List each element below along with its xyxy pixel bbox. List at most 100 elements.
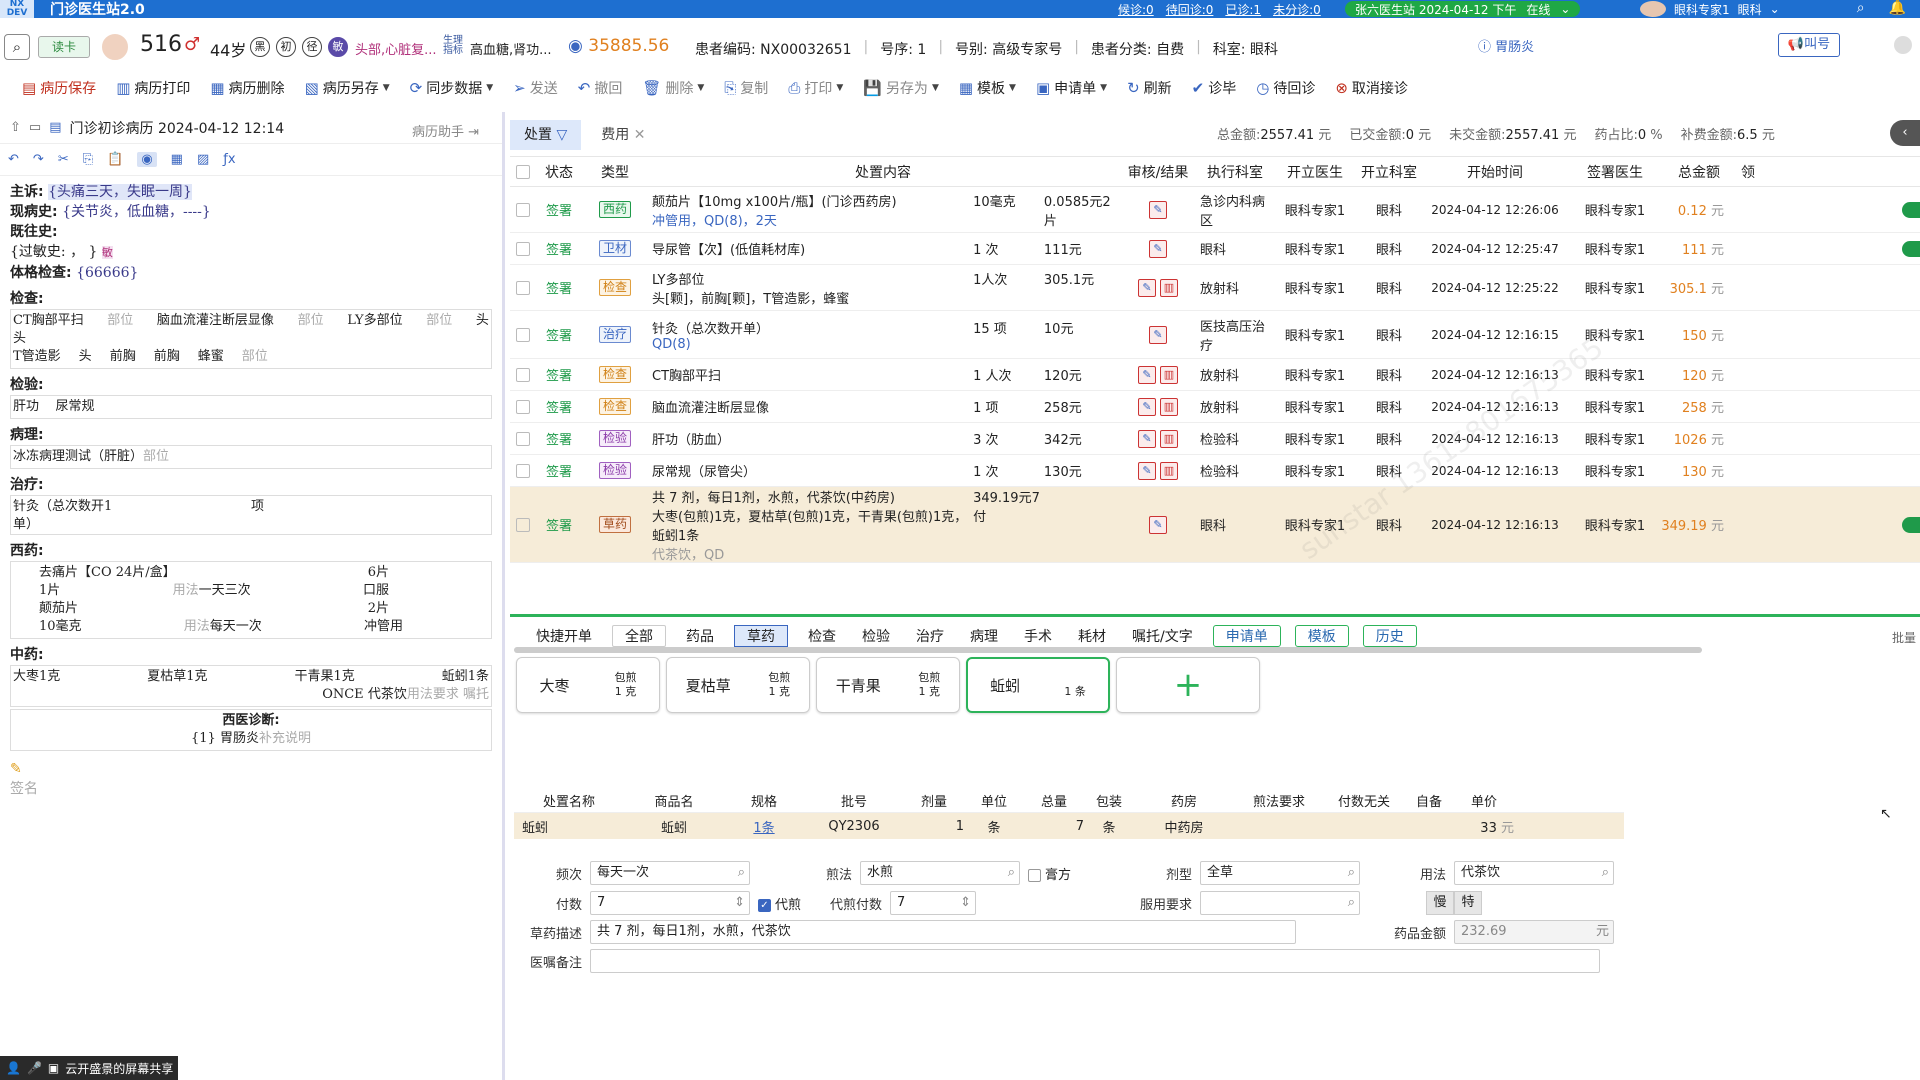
usage-input[interactable]: 代茶饮 ⌕	[1454, 861, 1614, 885]
template-button[interactable]: ▦ 模板 ▼	[959, 78, 1016, 98]
finish-visit-button[interactable]: ✔ 诊毕	[1192, 78, 1237, 98]
select-all-checkbox[interactable]	[516, 164, 530, 179]
audit-icon[interactable]: ✎	[1149, 200, 1167, 219]
herb-detail-row[interactable]: 蚯蚓 蚯蚓 1条 QY2306 1 条 7 条 中药房 33 元	[514, 813, 1624, 839]
audit-icon[interactable]: ✎	[1138, 365, 1156, 384]
save-as-record-button[interactable]: ▧ 病历另存 ▼	[305, 78, 390, 98]
call-number-button[interactable]: 📢叫号	[1778, 33, 1840, 57]
allergy-summary[interactable]: 头部,心脏复...	[355, 39, 437, 58]
audit-icon[interactable]: ✎	[1149, 325, 1167, 344]
search-icon[interactable]: ⌕	[1857, 0, 1865, 16]
link-return[interactable]: 待回诊:0	[1166, 1, 1214, 18]
result-icon[interactable]: ▥	[1160, 365, 1178, 384]
audit-icon[interactable]: ✎	[1138, 397, 1156, 416]
audit-icon[interactable]: ✎	[1149, 515, 1167, 534]
tab-advice[interactable]: 嘱托/文字	[1126, 626, 1199, 646]
refresh-button[interactable]: ↻ 刷新	[1127, 78, 1172, 98]
table-row[interactable]: 签署 检查 CT胸部平扫 1 人次 120元 ✎ ▥ 放射科 眼科专家1 眼科 2024-04-12…	[510, 359, 1920, 391]
add-herb-button[interactable]: +	[1116, 657, 1260, 713]
row-tail-badge[interactable]	[1902, 516, 1920, 533]
tab-surgery[interactable]: 手术	[1018, 626, 1058, 646]
save-record-button[interactable]: ▤ 病历保存	[22, 78, 96, 98]
cancel-visit-button[interactable]: ⊗ 取消接诊	[1335, 78, 1408, 98]
request-form-tab[interactable]: 申请单	[1212, 625, 1281, 647]
print-button[interactable]: ⎙ 打印 ▼	[788, 78, 843, 98]
delete-order-button[interactable]: 🗑 删除 ▼	[642, 78, 704, 98]
link-untriaged[interactable]: 未分诊:0	[1273, 1, 1321, 18]
row-checkbox[interactable]	[516, 202, 530, 217]
herb-card[interactable]: 大枣 包煎 1 克	[516, 657, 660, 713]
table-row[interactable]: 签署 西药 颠茄片【10mg x100片/瓶】(门诊西药房) 冲管用，QD(8)，2天…	[510, 187, 1920, 233]
table-row[interactable]: 签署 治疗 针灸（总次数开单） QD(8) 15 项 10元 ✎ 医技高压治疗 眼科专家1 眼科 2…	[510, 311, 1920, 359]
folder-icon[interactable]: ▭	[29, 120, 41, 135]
table-row[interactable]: 签署 卫材 导尿管【次】(低值耗材库) 1 次 111元 ✎ 眼科 眼科专家1 眼科 2024-0…	[510, 233, 1920, 265]
cut-icon[interactable]: ✂	[58, 152, 69, 167]
herb-card-selected[interactable]: 蚯蚓 1 条	[966, 657, 1110, 713]
send-button[interactable]: ➢ 发送	[513, 78, 558, 98]
table-row[interactable]: 签署 草药 共 7 剂，每日1剂，水煎，代茶饮(中药房) 大枣(包煎)1克，夏枯草(包…	[510, 487, 1920, 563]
audit-icon[interactable]: ✎	[1138, 429, 1156, 448]
row-checkbox[interactable]	[516, 517, 530, 532]
row-checkbox[interactable]	[516, 327, 530, 342]
row-checkbox[interactable]	[516, 399, 530, 414]
bell-icon[interactable]: 🔔	[1889, 0, 1906, 16]
tab-lab[interactable]: 检验	[856, 626, 896, 646]
search-icon[interactable]: ⌕	[4, 34, 30, 60]
read-card-button[interactable]: 读卡	[38, 36, 90, 58]
record-title[interactable]: 门诊初诊病历 2024-04-12 12:14	[70, 118, 285, 138]
result-icon[interactable]: ▥	[1160, 278, 1178, 297]
row-tail-badge[interactable]	[1902, 201, 1920, 218]
tab-disposal[interactable]: 处置 ▽	[510, 120, 582, 150]
paste-checkbox[interactable]: 膏方	[1028, 864, 1071, 883]
tab-treatment[interactable]: 治疗	[910, 626, 950, 646]
spec-link[interactable]: 1条	[724, 817, 804, 836]
paste-icon[interactable]: 📋	[107, 152, 123, 167]
print-record-button[interactable]: ▥ 病历打印	[116, 78, 190, 98]
formula-icon[interactable]: ƒx	[223, 152, 235, 167]
herb-card[interactable]: 夏枯草 包煎 1 克	[666, 657, 810, 713]
template-tab[interactable]: 模板	[1294, 625, 1349, 647]
tab-consumables[interactable]: 耗材	[1072, 626, 1112, 646]
tab-exam[interactable]: 检查	[802, 626, 842, 646]
table-row[interactable]: 签署 检验 尿常规（尿管尖） 1 次 130元 ✎ ▥ 检验科 眼科专家1 眼科 2024-04-1…	[510, 455, 1920, 487]
user-menu[interactable]: 眼科专家1 眼科 ⌄	[1640, 0, 1780, 18]
tab-herbs[interactable]: 草药	[734, 625, 788, 647]
upload-icon[interactable]: ⇧	[10, 120, 21, 135]
daijian-checkbox[interactable]: ✓ 代煎	[758, 894, 801, 913]
tab-fee[interactable]: 费用 ✕	[587, 120, 659, 150]
sync-data-button[interactable]: ⟳ 同步数据 ▼	[410, 78, 494, 98]
chevron-left-icon[interactable]: ‹	[1890, 120, 1920, 146]
table-icon[interactable]: ▦	[171, 152, 183, 167]
redo-icon[interactable]: ↷	[33, 152, 44, 167]
result-icon[interactable]: ▥	[1160, 461, 1178, 480]
tab-all[interactable]: 全部	[612, 625, 666, 647]
speed-toggle[interactable]: 慢 特	[1426, 891, 1482, 915]
slow-button[interactable]: 慢	[1426, 891, 1454, 915]
table-row[interactable]: 签署 检验 肝功（肪血） 3 次 342元 ✎ ▥ 检验科 眼科专家1 眼科 2024-04-12 …	[510, 423, 1920, 455]
link-waiting[interactable]: 候诊:0	[1118, 1, 1154, 18]
audit-icon[interactable]: ✎	[1138, 278, 1156, 297]
diagnosis-summary[interactable]: 高血糖,肾功...	[470, 39, 552, 58]
row-checkbox[interactable]	[516, 463, 530, 478]
decoction-count-stepper[interactable]: 7 ⇕	[890, 891, 976, 915]
main-diagnosis-badge[interactable]: ⓘ 胃肠炎	[1478, 36, 1534, 55]
station-badge[interactable]: 张六医生站 2024-04-12 下午 在线 ⌄	[1345, 1, 1581, 17]
history-tab[interactable]: 历史	[1362, 625, 1417, 647]
requirement-input[interactable]: ⌕	[1200, 891, 1360, 915]
copy-button[interactable]: ⎘ 复制	[724, 78, 768, 98]
result-icon[interactable]: ▥	[1160, 397, 1178, 416]
frequency-input[interactable]: 每天一次 ⌕	[590, 861, 750, 885]
screen-share-bar[interactable]: 👤 🎤 ▣ 云开盛景的屏幕共享	[0, 1056, 178, 1080]
audit-icon[interactable]: ✎	[1149, 239, 1167, 258]
row-checkbox[interactable]	[516, 280, 530, 295]
request-form-button[interactable]: ▣ 申请单 ▼	[1036, 78, 1107, 98]
tab-drugs[interactable]: 药品	[680, 626, 720, 646]
record-body[interactable]: 主诉: {头痛三天，失眠一周} 现病史: {关节炎，低血糖，----} 既往史:…	[0, 176, 502, 805]
copy-icon[interactable]: ⎘	[83, 152, 93, 167]
image-icon[interactable]: ▨	[197, 152, 209, 167]
dosage-form-input[interactable]: 全草 ⌕	[1200, 861, 1360, 885]
decoction-input[interactable]: 水煎 ⌕	[860, 861, 1020, 885]
row-checkbox[interactable]	[516, 431, 530, 446]
dose-count-stepper[interactable]: 7 ⇕	[590, 891, 750, 915]
user-icon[interactable]	[1894, 36, 1912, 54]
